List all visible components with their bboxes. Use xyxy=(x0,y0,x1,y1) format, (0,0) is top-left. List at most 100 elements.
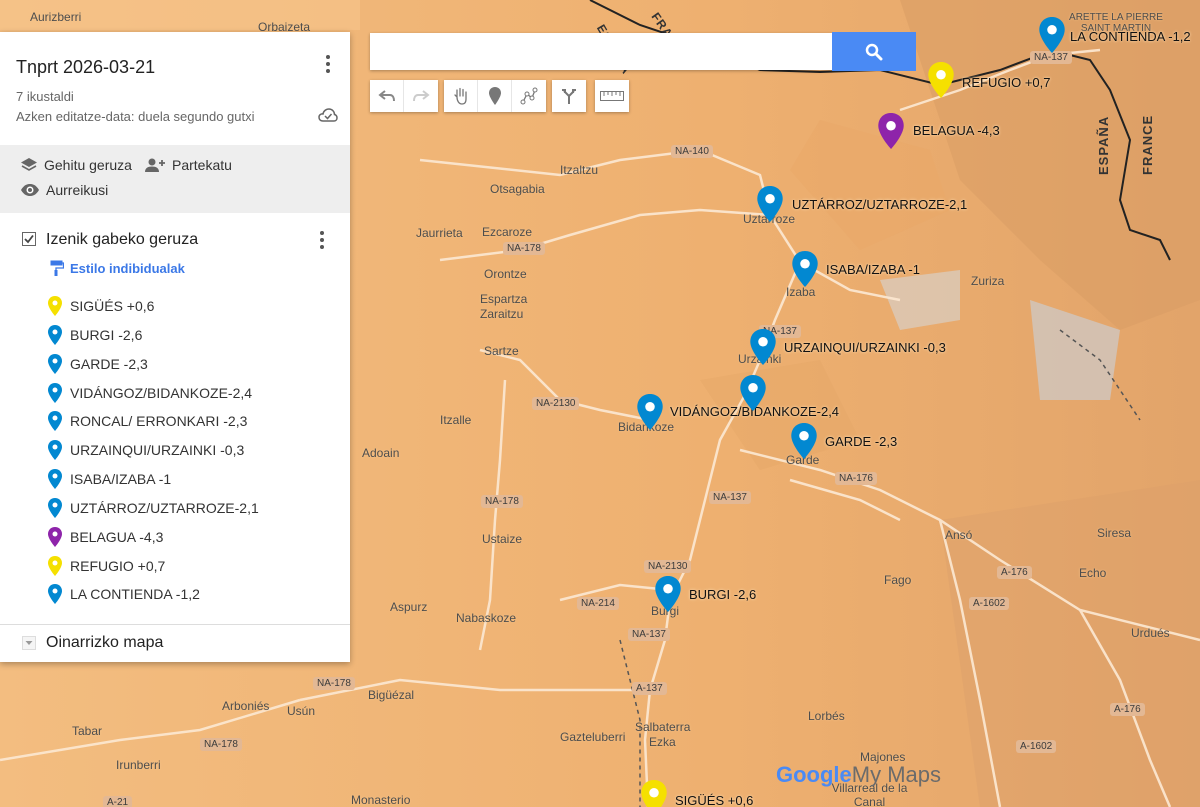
place-label: Arboniés xyxy=(222,699,270,713)
marker-label: BURGI -2,6 xyxy=(689,587,757,602)
feature-item[interactable]: RONCAL/ ERRONKARI -2,3 xyxy=(48,410,247,432)
marker-label: BELAGUA -4,3 xyxy=(913,123,1000,138)
road-label: NA-2130 xyxy=(644,560,692,573)
layer-visibility-checkbox[interactable] xyxy=(22,232,36,246)
measure-group xyxy=(595,80,629,112)
layer-options-menu[interactable] xyxy=(312,228,332,252)
map-pin-icon xyxy=(48,354,62,374)
map-pin-icon[interactable] xyxy=(740,375,766,411)
chevron-down-icon xyxy=(22,636,36,650)
feature-item[interactable]: BELAGUA -4,3 xyxy=(48,526,163,548)
draw-line-button[interactable] xyxy=(512,80,546,112)
map-pin-icon[interactable] xyxy=(641,780,667,807)
road-label: NA-137 xyxy=(709,491,751,504)
border-label: FRANCE xyxy=(1140,114,1155,175)
feature-item[interactable]: ISABA/IZABA -1 xyxy=(48,468,171,490)
map-pin-icon[interactable] xyxy=(750,329,776,365)
feature-item[interactable]: REFUGIO +0,7 xyxy=(48,555,165,577)
add-marker-button[interactable] xyxy=(478,80,512,112)
feature-item[interactable]: GARDE -2,3 xyxy=(48,353,148,375)
measure-button[interactable] xyxy=(595,80,629,112)
place-label: Izaba xyxy=(786,285,816,299)
road-label: NA-178 xyxy=(503,242,545,255)
road-label: A-21 xyxy=(103,796,133,807)
ruler-icon xyxy=(600,91,624,101)
feature-item[interactable]: URZAINQUI/URZAINKI -0,3 xyxy=(48,439,244,461)
map-options-menu[interactable] xyxy=(318,52,338,76)
map-pin-icon[interactable] xyxy=(1039,17,1065,53)
paint-roller-icon xyxy=(50,260,64,276)
individual-styles-link[interactable]: Estilo indibidualak xyxy=(50,260,185,276)
marker-label: REFUGIO +0,7 xyxy=(962,75,1051,90)
redo-button[interactable] xyxy=(404,80,438,112)
eye-icon xyxy=(21,184,39,196)
place-label: Ansó xyxy=(945,528,973,542)
undo-button[interactable] xyxy=(370,80,404,112)
map-pin-icon[interactable] xyxy=(792,251,818,287)
map-actions: Gehitu geruza Partekatu Aurreikusi xyxy=(0,145,350,213)
place-label: Aspurz xyxy=(390,600,428,614)
place-label: Jaurrieta xyxy=(416,226,463,240)
map-pin-icon xyxy=(48,556,62,576)
map-panel: Tnprt 2026-03-21 7 ikustaldi Azken edita… xyxy=(0,32,350,662)
feature-item[interactable]: BURGI -2,6 xyxy=(48,324,142,346)
undo-icon xyxy=(377,90,395,102)
border-label: ESPAÑA xyxy=(1096,115,1111,175)
place-label: Fago xyxy=(884,573,912,587)
road-label: NA-214 xyxy=(577,597,619,610)
road-label: A-1602 xyxy=(969,597,1010,610)
marker-label: URZAINQUI/URZAINKI -0,3 xyxy=(784,340,946,355)
feature-item[interactable]: SIGÜÉS +0,6 xyxy=(48,295,154,317)
place-label: Ezcaroze xyxy=(482,225,533,239)
search-input[interactable] xyxy=(370,33,832,70)
road-label: NA-137 xyxy=(628,628,670,641)
panel-divider xyxy=(0,624,350,625)
feature-item[interactable]: LA CONTIENDA -1,2 xyxy=(48,583,200,605)
search-button[interactable] xyxy=(832,32,916,71)
map-pin-icon xyxy=(48,325,62,345)
place-label: Siresa xyxy=(1097,526,1132,540)
google-my-maps-logo: GoogleMy Maps xyxy=(776,762,942,787)
place-label: Lorbés xyxy=(808,709,845,723)
pan-tool-button[interactable] xyxy=(444,80,478,112)
road-label: A-176 xyxy=(997,566,1032,579)
marker-icon xyxy=(488,87,501,105)
cloud-saved-icon xyxy=(318,108,338,122)
layer-title[interactable]: Izenik gabeko geruza xyxy=(46,231,198,249)
undo-redo-group xyxy=(370,80,438,112)
map-pin-icon xyxy=(48,296,62,316)
feature-item[interactable]: UZTÁRROZ/UZTARROZE-2,1 xyxy=(48,497,259,519)
base-map-toggle[interactable]: Oinarrizko mapa xyxy=(22,634,163,652)
place-label: Salbaterra xyxy=(635,720,691,734)
marker-label: ISABA/IZABA -1 xyxy=(826,262,920,277)
place-label: Adoain xyxy=(362,446,400,460)
share-button[interactable]: Partekatu xyxy=(144,157,232,173)
map-pin-icon xyxy=(48,383,62,403)
road-label: A-1602 xyxy=(1016,740,1057,753)
add-layer-button[interactable]: Gehitu geruza xyxy=(20,157,132,173)
tools-group xyxy=(444,80,546,112)
marker-label: SIGÜÉS +0,6 xyxy=(675,793,754,807)
map-pin-icon[interactable] xyxy=(637,394,663,430)
map-pin-icon[interactable] xyxy=(791,423,817,459)
add-person-icon xyxy=(145,158,165,172)
feature-item[interactable]: VIDÁNGOZ/BIDANKOZE-2,4 xyxy=(48,382,252,404)
map-pin-icon[interactable] xyxy=(878,113,904,149)
map-pin-icon xyxy=(48,527,62,547)
map-pin-icon[interactable] xyxy=(655,576,681,612)
place-label: Otsagabia xyxy=(490,182,545,196)
road-label: NA-178 xyxy=(481,495,523,508)
map-pin-icon[interactable] xyxy=(928,62,954,98)
map-title[interactable]: Tnprt 2026-03-21 xyxy=(16,57,155,78)
map-pin-icon xyxy=(48,584,62,604)
place-label: Sartze xyxy=(484,344,519,358)
map-pin-icon[interactable] xyxy=(757,186,783,222)
place-label: Itzalle xyxy=(440,413,472,427)
road-label: NA-178 xyxy=(313,677,355,690)
preview-button[interactable]: Aurreikusi xyxy=(20,182,108,198)
place-label: Echo xyxy=(1079,566,1107,580)
road-label: NA-2130 xyxy=(532,397,580,410)
place-label: Irunberri xyxy=(116,758,161,772)
directions-button[interactable] xyxy=(552,80,586,112)
hand-icon xyxy=(453,87,467,105)
